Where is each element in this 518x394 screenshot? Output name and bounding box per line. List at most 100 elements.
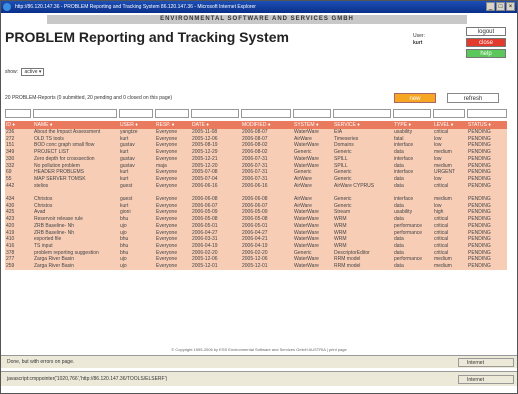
table-cell: Everyone xyxy=(155,196,191,203)
table-cell[interactable]: HEADER PROBLEMS xyxy=(33,169,119,176)
table-cell[interactable]: Zarga River Basin xyxy=(33,263,119,270)
table-cell: critical xyxy=(433,242,467,250)
table-cell: interface xyxy=(393,169,433,176)
table-cell[interactable]: ZRB Baseline- Nh xyxy=(33,229,119,237)
filter-date-input[interactable] xyxy=(191,109,239,118)
table-cell[interactable]: exported file xyxy=(33,236,119,243)
table-row[interactable]: 55 MAP SERVER TOMSK kurt Everyone 2005-07-04… xyxy=(5,175,507,183)
table-cell[interactable]: About the Impact Assessment xyxy=(33,129,119,136)
table-cell: medium xyxy=(433,196,467,203)
minimize-button[interactable]: _ xyxy=(486,2,495,11)
table-row[interactable]: 420 ZRB Baseline- Nh ujo Everyone 2006-05-01… xyxy=(5,222,507,230)
filter-service-input[interactable] xyxy=(333,109,391,118)
table-row[interactable]: 442 stelios guest Everyone 2006-06-16 2006-06… xyxy=(5,182,507,190)
table-cell[interactable]: Christos xyxy=(33,196,119,203)
table-cell: Generic xyxy=(333,202,393,210)
table-row[interactable]: 272 OLD TS tools kurt Everyone 2005-12-06 200… xyxy=(5,135,507,143)
filter-type-input[interactable] xyxy=(393,109,431,118)
logout-button[interactable]: logout xyxy=(466,27,506,36)
table-cell: medium xyxy=(433,149,467,156)
table-cell: medium xyxy=(433,256,467,264)
report-count-info: 20 PROBLEM-Reports (0 submitted, 20 pend… xyxy=(5,95,173,101)
table-cell[interactable]: PROJECT LIST xyxy=(33,149,119,156)
column-header[interactable]: STATUS ♦ xyxy=(467,121,507,129)
table-cell[interactable]: Christos xyxy=(33,202,119,210)
table-cell[interactable]: Reservoir release rule xyxy=(33,216,119,223)
column-header[interactable]: SYSTEM ♦ xyxy=(293,121,333,129)
table-row[interactable]: 410 exported file bhu Everyone 2006-03-31 200… xyxy=(5,236,507,243)
column-header[interactable]: ID ♦ xyxy=(5,121,33,129)
table-row[interactable]: 430 Christos kurt Everyone 2006-06-07 2006-06… xyxy=(5,202,507,210)
help-button[interactable]: help xyxy=(466,49,506,58)
table-row[interactable]: 330 Zero depth for crosssection gustav Ever… xyxy=(5,155,507,163)
table-cell: 2005-12-29 xyxy=(191,149,241,156)
table-cell[interactable]: problem reporting suggestion xyxy=(33,249,119,257)
table-cell[interactable]: MAP SERVER TOMSK xyxy=(33,175,119,183)
table-row[interactable] xyxy=(5,189,507,197)
table-cell: PENDING xyxy=(467,129,507,136)
table-cell: PENDING xyxy=(467,169,507,176)
table-cell[interactable]: OLD TS tools xyxy=(33,135,119,143)
column-header[interactable]: LEVEL ♦ xyxy=(433,121,467,129)
table-cell: WRM xyxy=(333,242,393,250)
table-cell: Domains xyxy=(333,142,393,150)
table-cell: WRM xyxy=(333,222,393,230)
table-row[interactable]: 423 Reservoir release rule bhu Everyone 2006… xyxy=(5,216,507,223)
column-header[interactable]: DATE ♦ xyxy=(191,121,241,129)
table-cell: performance xyxy=(393,222,433,230)
table-row[interactable]: 236 About the Impact Assessment yangtze Eve… xyxy=(5,129,507,136)
filter-status-input[interactable] xyxy=(467,109,507,118)
table-cell[interactable]: Zero depth for crosssection xyxy=(33,155,119,163)
table-cell[interactable]: Avad xyxy=(33,209,119,217)
table-row[interactable]: 419 ZRB Baseline- Nh ujo Everyone 2006-04-27… xyxy=(5,229,507,237)
filter-id-input[interactable] xyxy=(5,109,31,118)
close-button[interactable]: close xyxy=(466,38,506,47)
table-cell: 277 xyxy=(5,256,33,264)
column-header[interactable]: NAME ♦ xyxy=(33,121,119,129)
table-cell[interactable]: Zarga River Basin xyxy=(33,256,119,264)
table-cell: Everyone xyxy=(155,129,191,136)
table-row[interactable]: 277 Zarga River Basin ujo Everyone 2005-12-0… xyxy=(5,256,507,264)
column-header[interactable]: MODIFIED ♦ xyxy=(241,121,293,129)
filter-name-input[interactable] xyxy=(33,109,117,118)
table-row[interactable]: 349 PROJECT LIST kurt Everyone 2005-12-29 200… xyxy=(5,149,507,156)
table-row[interactable]: 69 HEADER PROBLEMS kurt Everyone 2005-07-08 2… xyxy=(5,169,507,176)
table-cell[interactable]: TS input xyxy=(33,242,119,250)
maximize-button[interactable]: □ xyxy=(496,2,505,11)
show-select[interactable]: active ▾ xyxy=(21,68,45,76)
table-cell: data xyxy=(393,162,433,170)
table-row[interactable]: 378 problem reporting suggestion bhu Everyo… xyxy=(5,249,507,257)
table-row[interactable]: 416 TS input bhu Everyone 2006-04-19 2006-04-… xyxy=(5,242,507,250)
table-row[interactable]: 434 Christos guest Everyone 2006-06-08 2006-0… xyxy=(5,196,507,203)
column-header[interactable]: RESP. ♦ xyxy=(155,121,191,129)
column-header[interactable]: USER ♦ xyxy=(119,121,155,129)
table-cell: ujo xyxy=(119,229,155,237)
refresh-button[interactable]: refresh xyxy=(447,93,499,103)
table-row[interactable]: 259 Zarga River Basin ujo Everyone 2005-12-0… xyxy=(5,263,507,270)
table-cell: interface xyxy=(393,196,433,203)
filter-user-input[interactable] xyxy=(119,109,153,118)
table-row[interactable]: 425 Avad gioni Everyone 2006-05-09 2006-05-09… xyxy=(5,209,507,217)
table-cell[interactable]: stelios xyxy=(33,182,119,190)
filter-modified-input[interactable] xyxy=(241,109,291,118)
close-window-button[interactable]: × xyxy=(506,2,515,11)
table-cell: data xyxy=(393,263,433,270)
table-cell: 2006-06-07 xyxy=(241,202,293,210)
column-header[interactable]: TYPE ♦ xyxy=(393,121,433,129)
new-report-button[interactable]: new xyxy=(394,93,436,103)
filter-resp-input[interactable] xyxy=(155,109,189,118)
table-cell: 2005-12-06 xyxy=(191,135,241,143)
table-cell[interactable]: ZRB Baseline- Nh xyxy=(33,222,119,230)
column-header[interactable]: SERVICE ♦ xyxy=(333,121,393,129)
table-cell: Stream xyxy=(333,209,393,217)
table-cell[interactable] xyxy=(33,189,119,197)
table-cell: AirWare xyxy=(293,135,333,143)
table-row[interactable]: 332 No pollution problem gustav maja 2005-12… xyxy=(5,162,507,170)
table-row[interactable]: 151 BOD conc graph small flow gustav Everyo… xyxy=(5,142,507,150)
table-cell: data xyxy=(393,182,433,190)
table-cell[interactable]: BOD conc graph small flow xyxy=(33,142,119,150)
filter-level-input[interactable] xyxy=(433,109,465,118)
filter-system-input[interactable] xyxy=(293,109,331,118)
table-cell[interactable]: No pollution problem xyxy=(33,162,119,170)
table-cell: Everyone xyxy=(155,155,191,163)
